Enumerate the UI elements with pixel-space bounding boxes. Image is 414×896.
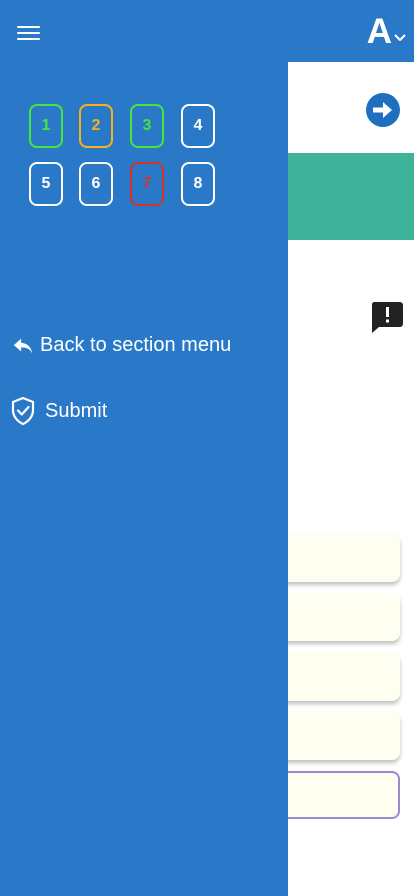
top-bar: A: [0, 0, 414, 62]
font-size-label: A: [366, 12, 392, 51]
question-number: 8: [193, 175, 203, 192]
submit-label: Submit: [45, 399, 108, 422]
back-to-section-menu-label: Back to section menu: [40, 334, 232, 356]
question-number: 6: [91, 175, 101, 192]
question-nav-4[interactable]: 4: [181, 104, 215, 148]
question-nav-5[interactable]: 5: [29, 162, 63, 206]
feedback-comment-icon[interactable]: [370, 300, 404, 334]
question-number: 7: [142, 175, 152, 192]
back-to-section-menu-link[interactable]: Back to section menu: [12, 334, 231, 357]
question-nav-8[interactable]: 8: [181, 162, 215, 206]
chevron-down-icon: [394, 34, 406, 41]
question-number: 4: [193, 117, 203, 134]
question-nav-3[interactable]: 3: [130, 104, 164, 148]
reply-arrow-icon: [13, 338, 33, 353]
shield-check-icon: [11, 396, 35, 426]
navigation-drawer: 1 2 3 4 5 6 7 8 Back to section menu Sub…: [0, 62, 288, 896]
hamburger-menu-icon[interactable]: [17, 26, 41, 44]
question-nav-2[interactable]: 2: [79, 104, 113, 148]
question-nav-1[interactable]: 1: [29, 104, 63, 148]
question-number: 1: [41, 117, 51, 134]
next-arrow-icon[interactable]: [365, 92, 401, 128]
question-nav-6[interactable]: 6: [79, 162, 113, 206]
submit-link[interactable]: Submit: [10, 396, 107, 426]
question-number: 2: [91, 117, 101, 134]
question-number: 3: [142, 117, 152, 134]
question-banner: [288, 153, 414, 240]
question-number: 5: [41, 175, 51, 192]
question-nav-7[interactable]: 7: [130, 162, 164, 206]
font-size-button[interactable]: A: [367, 12, 406, 52]
